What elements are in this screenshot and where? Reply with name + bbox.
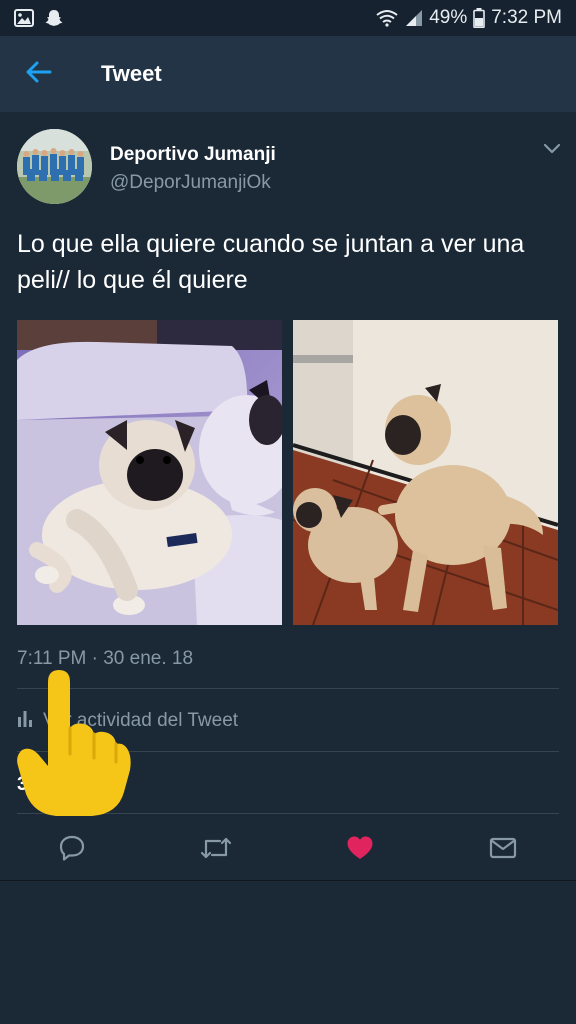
avatar[interactable] (17, 129, 92, 204)
reply-icon (58, 834, 86, 867)
retweet-icon (200, 835, 232, 866)
arrow-left-icon (26, 61, 52, 88)
tweet-timestamp: 7:11 PM · 30 ene. 18 (17, 648, 194, 669)
status-bar: 49% 7:32 PM (0, 0, 576, 36)
image-icon (14, 9, 34, 27)
battery-icon (473, 8, 486, 28)
battery-percent: 49% (429, 7, 468, 28)
tweet-photo-1[interactable] (17, 320, 282, 625)
back-button[interactable] (0, 36, 78, 112)
tweet-detail: Deportivo Jumanji @DeporJumanjiOk Lo que… (0, 112, 576, 881)
chevron-down-icon (543, 142, 561, 160)
page-title: Tweet (101, 61, 162, 86)
mail-icon (489, 836, 517, 865)
app-bar: Tweet (0, 36, 576, 112)
snapchat-icon (44, 8, 64, 28)
display-name[interactable]: Deportivo Jumanji (110, 144, 276, 166)
tweet-actions (0, 814, 576, 884)
divider (0, 880, 576, 881)
tweet-header: Deportivo Jumanji @DeporJumanjiOk (0, 112, 576, 212)
signal-icon (405, 9, 423, 27)
clock: 7:32 PM (491, 7, 562, 28)
like-button[interactable] (344, 834, 376, 866)
heart-icon (346, 835, 374, 866)
tweet-photo-2[interactable] (293, 320, 558, 625)
retweet-button[interactable] (200, 834, 232, 866)
pointing-hand-icon (14, 670, 132, 820)
tweet-text: Lo que ella quiere cuando se juntan a ve… (17, 230, 525, 294)
share-button[interactable] (487, 834, 519, 866)
reply-button[interactable] (56, 834, 88, 866)
wifi-icon (375, 9, 399, 27)
user-handle[interactable]: @DeporJumanjiOk (110, 172, 271, 194)
tweet-menu-button[interactable] (538, 140, 566, 162)
